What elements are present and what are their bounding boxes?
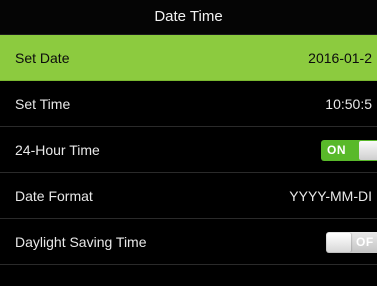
set-time-label: Set Time [15,96,71,112]
set-time-value: 10:50:5 [325,96,372,112]
set-date-label: Set Date [15,50,70,66]
toggle-on-text: ON [327,143,346,157]
daylight-saving-time-label: Daylight Saving Time [15,234,147,250]
set-date-value: 2016-01-2 [308,50,372,66]
set-date-row[interactable]: Set Date 2016-01-2 [0,35,377,81]
daylight-saving-time-row[interactable]: Daylight Saving Time OF [0,219,377,265]
toggle-knob [327,233,351,252]
24-hour-time-row[interactable]: 24-Hour Time ON [0,127,377,173]
24-hour-time-toggle[interactable]: ON [321,140,377,161]
toggle-off-text: OF [356,235,374,249]
set-time-row[interactable]: Set Time 10:50:5 [0,81,377,127]
date-format-value: YYYY-MM-DI [289,188,372,204]
24-hour-time-label: 24-Hour Time [15,142,100,158]
date-time-screen: Date Time Set Date 2016-01-2 Set Time 10… [0,0,377,286]
daylight-saving-time-toggle[interactable]: OF [326,232,377,253]
date-format-label: Date Format [15,188,93,204]
date-format-row[interactable]: Date Format YYYY-MM-DI [0,173,377,219]
toggle-knob [359,141,377,160]
page-title: Date Time [0,0,377,35]
